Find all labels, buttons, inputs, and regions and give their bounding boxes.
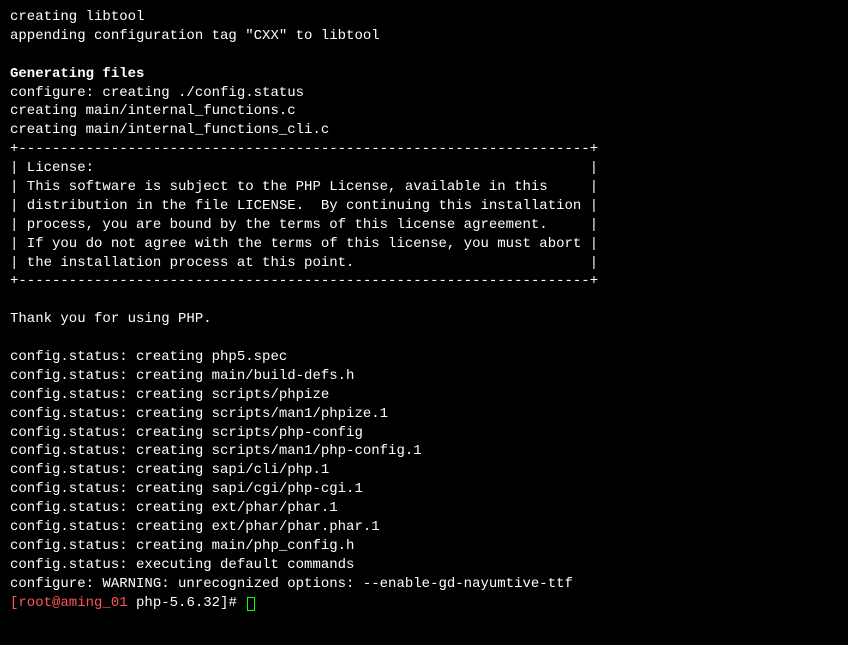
license-line: | distribution in the file LICENSE. By c… <box>10 197 838 216</box>
license-border: +---------------------------------------… <box>10 272 838 291</box>
output-line: creating libtool <box>10 8 838 27</box>
license-line: | License: | <box>10 159 838 178</box>
output-line: config.status: creating scripts/php-conf… <box>10 424 838 443</box>
terminal-output[interactable]: creating libtool appending configuration… <box>10 8 838 613</box>
blank-line <box>10 329 838 348</box>
output-line: configure: WARNING: unrecognized options… <box>10 575 838 594</box>
output-line: creating main/internal_functions_cli.c <box>10 121 838 140</box>
output-line: config.status: creating main/php_config.… <box>10 537 838 556</box>
output-line: configure: creating ./config.status <box>10 84 838 103</box>
output-line: Thank you for using PHP. <box>10 310 838 329</box>
output-line: config.status: creating sapi/cgi/php-cgi… <box>10 480 838 499</box>
output-line: config.status: creating scripts/man1/php… <box>10 442 838 461</box>
output-line: config.status: creating ext/phar/phar.ph… <box>10 518 838 537</box>
output-line: creating main/internal_functions.c <box>10 102 838 121</box>
cursor-icon <box>247 597 255 611</box>
license-line: | If you do not agree with the terms of … <box>10 235 838 254</box>
prompt-cwd: php-5.6.32]# <box>136 595 245 611</box>
output-line: config.status: executing default command… <box>10 556 838 575</box>
license-line: | the installation process at this point… <box>10 254 838 273</box>
license-line: | This software is subject to the PHP Li… <box>10 178 838 197</box>
prompt-line[interactable]: [root@aming_01 php-5.6.32]# <box>10 594 838 613</box>
section-heading: Generating files <box>10 65 838 84</box>
output-line: config.status: creating sapi/cli/php.1 <box>10 461 838 480</box>
prompt-user-host: [root@aming_01 <box>10 595 136 611</box>
output-line: config.status: creating ext/phar/phar.1 <box>10 499 838 518</box>
output-line: config.status: creating scripts/phpize <box>10 386 838 405</box>
output-line: config.status: creating main/build-defs.… <box>10 367 838 386</box>
output-line: config.status: creating php5.spec <box>10 348 838 367</box>
output-line: config.status: creating scripts/man1/php… <box>10 405 838 424</box>
output-line: appending configuration tag "CXX" to lib… <box>10 27 838 46</box>
license-border: +---------------------------------------… <box>10 140 838 159</box>
blank-line <box>10 291 838 310</box>
license-line: | process, you are bound by the terms of… <box>10 216 838 235</box>
blank-line <box>10 46 838 65</box>
